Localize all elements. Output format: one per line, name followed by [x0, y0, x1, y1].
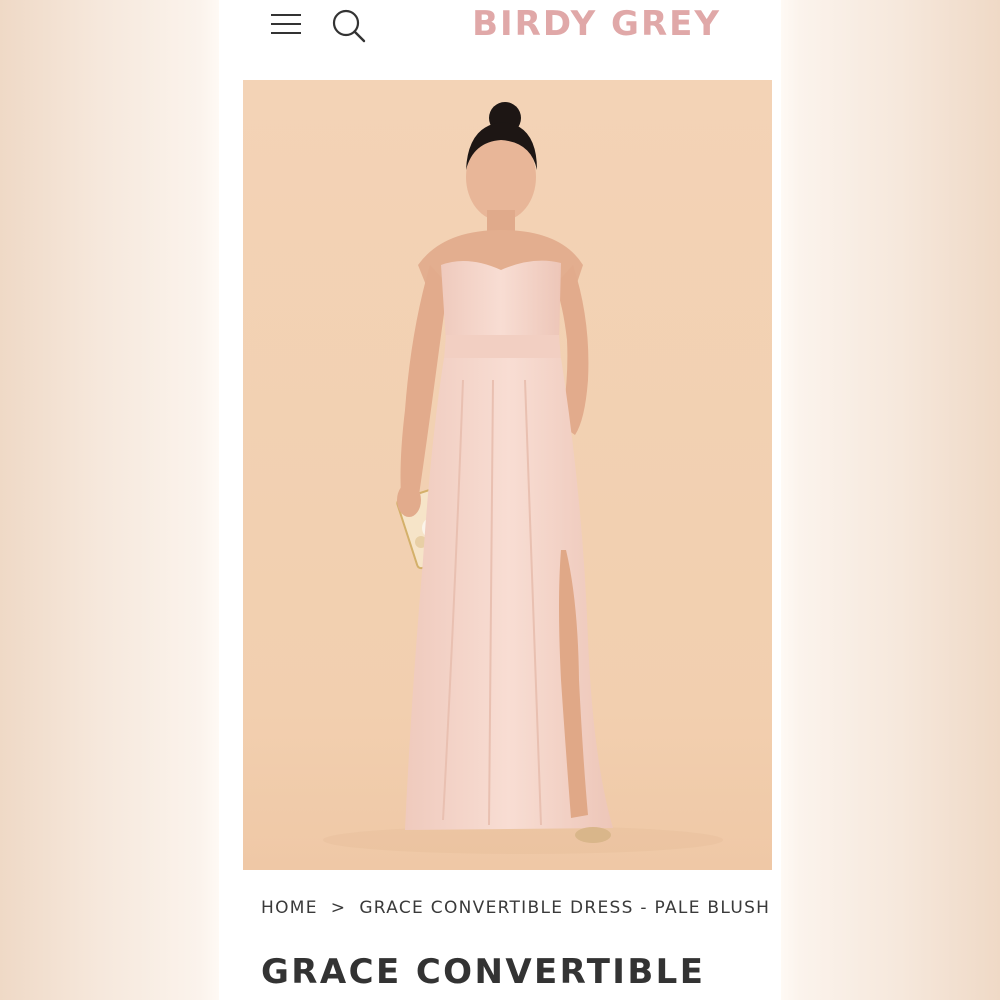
product-title: GRACE CONVERTIBLE — [261, 952, 706, 992]
hamburger-menu-icon[interactable] — [269, 10, 303, 40]
product-image[interactable] — [243, 80, 772, 870]
breadcrumb-current-page: GRACE CONVERTIBLE DRESS - PALE BLUSH — [359, 898, 771, 918]
breadcrumb-separator: > — [330, 898, 347, 918]
brand-logo[interactable]: BIRDY GREY — [471, 4, 721, 44]
site-header: BIRDY GREY — [219, 0, 781, 60]
mobile-page: BIRDY GREY HOME > GRACE CONVERTIBLE DRES… — [219, 0, 781, 1000]
breadcrumb: HOME > GRACE CONVERTIBLE DRESS - PALE BLUS… — [261, 898, 781, 918]
search-icon[interactable] — [329, 6, 369, 46]
breadcrumb-home-link[interactable]: HOME — [261, 898, 318, 918]
